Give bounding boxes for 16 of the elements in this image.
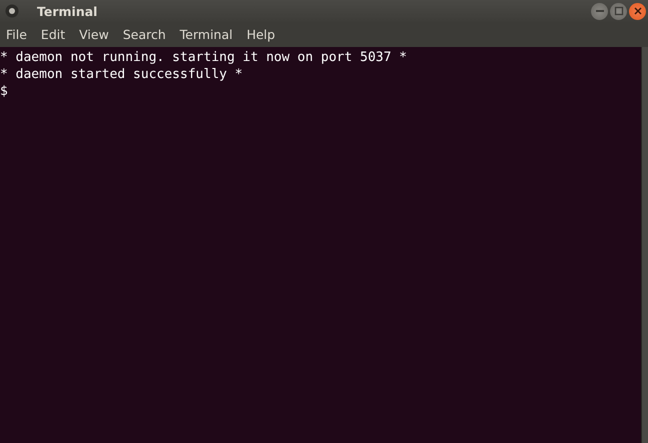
menu-item[interactable]: Help	[246, 27, 276, 42]
terminal-app-icon	[5, 4, 19, 18]
menu-item[interactable]: Terminal	[180, 27, 233, 42]
scrollbar[interactable]	[641, 47, 648, 443]
maximize-button[interactable]	[610, 2, 627, 20]
menu-item[interactable]: View	[79, 27, 109, 42]
terminal-line: $	[0, 83, 9, 100]
close-button[interactable]	[629, 2, 646, 20]
menu-item[interactable]: File	[6, 27, 27, 42]
window-title: Terminal	[37, 4, 98, 18]
menu-item[interactable]: Search	[122, 27, 166, 42]
menu-item[interactable]: Edit	[40, 27, 66, 42]
terminal-line: * daemon not running. starting it now on port 5037 *	[0, 49, 408, 66]
minimize-icon	[596, 10, 604, 12]
minimize-button[interactable]	[591, 2, 608, 20]
terminal-line: * daemon started successfully *	[0, 66, 244, 83]
